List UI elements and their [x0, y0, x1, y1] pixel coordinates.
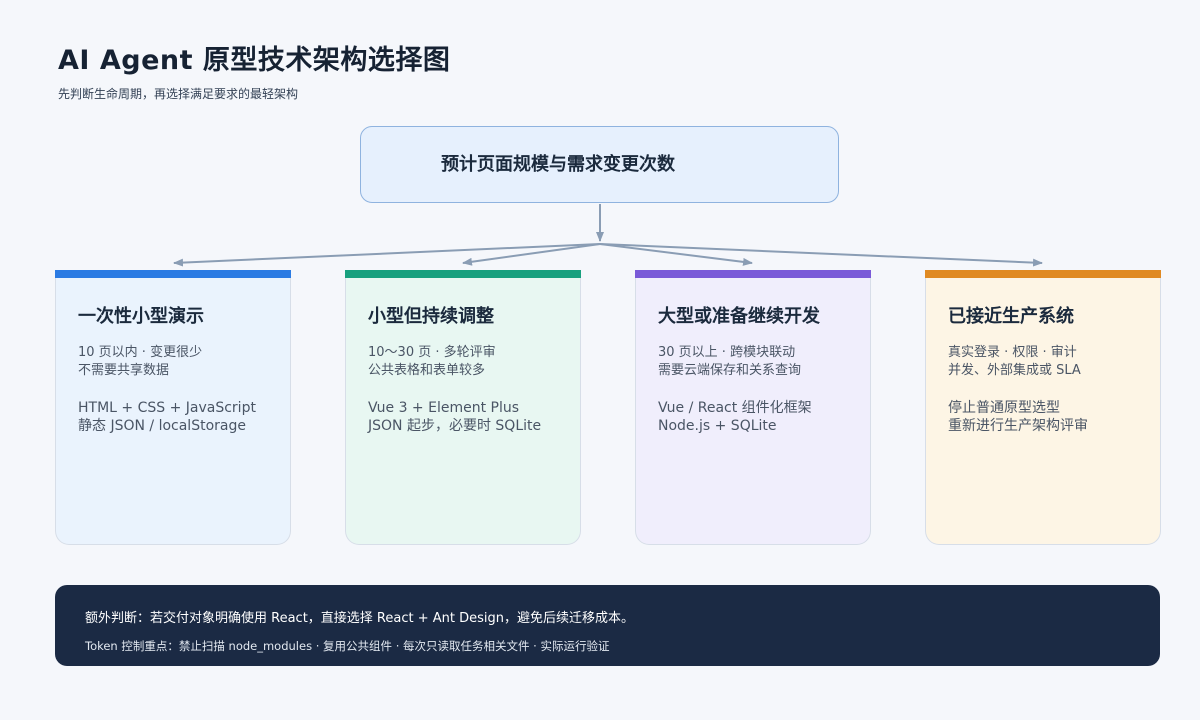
- option-card-production: 已接近生产系统 真实登录 · 权限 · 审计 并发、外部集成或 SLA 停止普通…: [925, 270, 1161, 545]
- card-condition-line: 10 页以内 · 变更很少: [78, 345, 203, 360]
- card-title: 一次性小型演示: [78, 306, 204, 327]
- card-stack-line: Node.js + SQLite: [658, 418, 777, 434]
- root-decision-node: 预计页面规模与需求变更次数: [360, 126, 839, 203]
- card-stack-line: JSON 起步，必要时 SQLite: [368, 418, 542, 434]
- card-conditions: 真实登录 · 权限 · 审计 并发、外部集成或 SLA: [948, 344, 1081, 380]
- footer-note-panel: 额外判断：若交付对象明确使用 React，直接选择 React + Ant De…: [55, 585, 1160, 666]
- card-stack: Vue 3 + Element Plus JSON 起步，必要时 SQLite: [368, 399, 541, 435]
- card-condition-line: 公共表格和表单较多: [368, 363, 486, 378]
- card-condition-line: 并发、外部集成或 SLA: [948, 363, 1081, 378]
- card-stack-line: Vue 3 + Element Plus: [368, 400, 520, 416]
- card-stack-line: Vue / React 组件化框架: [658, 400, 812, 416]
- card-title: 大型或准备继续开发: [658, 306, 820, 327]
- card-accent-bar: [925, 270, 1161, 278]
- root-decision-label: 预计页面规模与需求变更次数: [441, 154, 675, 175]
- card-condition-line: 真实登录 · 权限 · 审计: [948, 345, 1077, 360]
- card-title: 小型但持续调整: [368, 306, 494, 327]
- card-condition-line: 需要云端保存和关系查询: [658, 363, 802, 378]
- card-conditions: 10～30 页 · 多轮评审 公共表格和表单较多: [368, 344, 496, 380]
- card-stack-line: 停止普通原型选型: [948, 400, 1060, 416]
- card-stack-line: HTML + CSS + JavaScript: [78, 400, 256, 416]
- card-stack: 停止普通原型选型 重新进行生产架构评审: [948, 399, 1088, 435]
- card-title: 已接近生产系统: [948, 306, 1074, 327]
- option-card-large: 大型或准备继续开发 30 页以上 · 跨模块联动 需要云端保存和关系查询 Vue…: [635, 270, 871, 545]
- card-conditions: 30 页以上 · 跨模块联动 需要云端保存和关系查询: [658, 344, 801, 380]
- footer-extra-judgement: 额外判断：若交付对象明确使用 React，直接选择 React + Ant De…: [85, 611, 634, 626]
- card-accent-bar: [635, 270, 871, 278]
- card-stack: Vue / React 组件化框架 Node.js + SQLite: [658, 399, 812, 435]
- card-conditions: 10 页以内 · 变更很少 不需要共享数据: [78, 344, 202, 380]
- card-accent-bar: [345, 270, 581, 278]
- card-condition-line: 不需要共享数据: [78, 363, 170, 378]
- option-card-demo: 一次性小型演示 10 页以内 · 变更很少 不需要共享数据 HTML + CSS…: [55, 270, 291, 545]
- footer-token-control: Token 控制重点：禁止扫描 node_modules · 复用公共组件 · …: [85, 639, 610, 653]
- card-stack-line: 重新进行生产架构评审: [948, 418, 1088, 434]
- card-condition-line: 10～30 页 · 多轮评审: [368, 345, 496, 360]
- card-condition-line: 30 页以上 · 跨模块联动: [658, 345, 796, 360]
- connector-branch-4: [599, 243, 1043, 267]
- card-accent-bar: [55, 270, 291, 278]
- card-stack-line: 静态 JSON / localStorage: [78, 418, 246, 434]
- option-card-small-iterative: 小型但持续调整 10～30 页 · 多轮评审 公共表格和表单较多 Vue 3 +…: [345, 270, 581, 545]
- card-stack: HTML + CSS + JavaScript 静态 JSON / localS…: [78, 399, 256, 435]
